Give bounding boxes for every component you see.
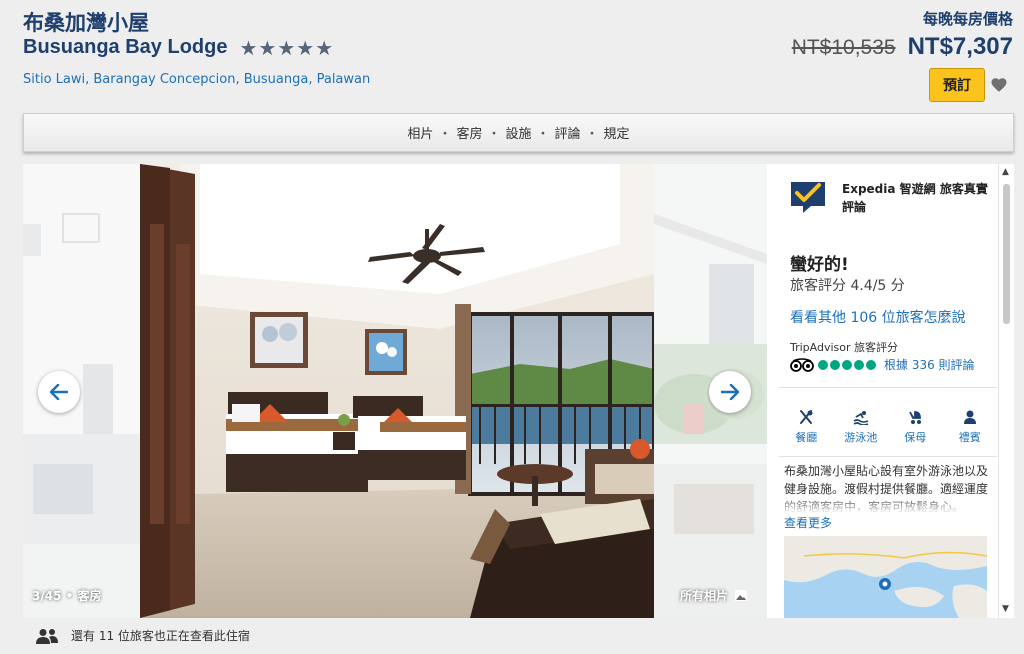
nav-separator: ・ bbox=[487, 127, 501, 142]
scroll-down-icon[interactable]: ▼ bbox=[1002, 604, 1009, 614]
tripadvisor-count[interactable]: 根據 336 則評論 bbox=[884, 356, 975, 373]
photo-icon bbox=[735, 590, 748, 601]
amenity-babysitting[interactable]: 保母 bbox=[890, 409, 940, 445]
nav-photos[interactable]: 相片 bbox=[407, 123, 433, 142]
rating-bubble-icon bbox=[854, 359, 864, 370]
amenities-row: 餐廳 游泳池 保母 禮賓 bbox=[779, 409, 997, 445]
reviews-link[interactable]: 看看其他 106 位旅客怎麼說 bbox=[790, 307, 966, 327]
tripadvisor-bubbles bbox=[818, 359, 876, 370]
rating-word: 蠻好的! bbox=[790, 255, 849, 275]
scroll-thumb[interactable] bbox=[1003, 184, 1010, 324]
all-photos-label: 所有相片 bbox=[680, 589, 729, 603]
divider bbox=[779, 387, 997, 388]
tripadvisor-rating: 根據 336 則評論 bbox=[790, 356, 975, 373]
nav-policies[interactable]: 規定 bbox=[604, 123, 630, 142]
star-icon: ★ bbox=[258, 35, 277, 60]
scroll-up-icon[interactable]: ▲ bbox=[1002, 167, 1009, 177]
concierge-icon bbox=[963, 410, 976, 424]
star-icon: ★ bbox=[296, 35, 315, 60]
amenity-label: 保母 bbox=[904, 431, 927, 444]
all-photos-link[interactable]: 所有相片 bbox=[680, 587, 748, 604]
description-fade bbox=[784, 496, 989, 514]
price-row: NT$10,535 NT$7,307 bbox=[792, 33, 1013, 61]
expedia-verified-icon bbox=[791, 182, 825, 213]
restaurant-icon bbox=[800, 410, 813, 424]
amenity-label: 餐廳 bbox=[795, 431, 818, 444]
star-rating: ★ ★ ★ ★ ★ bbox=[239, 38, 333, 58]
old-price: NT$10,535 bbox=[791, 36, 896, 59]
amenity-label: 游泳池 bbox=[844, 431, 878, 444]
section-nav: 相片 ・ 客房 ・ 設施 ・ 評論 ・ 規定 bbox=[23, 113, 1014, 152]
nav-separator: ・ bbox=[536, 127, 550, 142]
rating-bubble-icon bbox=[818, 359, 828, 370]
viewers-notice: 還有 11 位旅客也正在查看此住宿 bbox=[35, 627, 250, 644]
hotel-name-row: Busuanga Bay Lodge ★ ★ ★ ★ ★ bbox=[23, 36, 333, 59]
amenity-pool[interactable]: 游泳池 bbox=[836, 409, 886, 445]
nav-facilities[interactable]: 設施 bbox=[505, 123, 531, 142]
rating-score: 旅客評分 4.4/5 分 bbox=[790, 278, 905, 294]
star-icon: ★ bbox=[239, 35, 258, 60]
nav-separator: ・ bbox=[585, 127, 599, 142]
amenity-concierge[interactable]: 禮賓 bbox=[945, 409, 995, 445]
photo-gallery[interactable]: 3/45 • 客房 所有相片 bbox=[23, 164, 767, 618]
rating-bubble-icon bbox=[842, 359, 852, 370]
current-price: NT$7,307 bbox=[907, 33, 1013, 60]
heart-icon[interactable] bbox=[990, 76, 1008, 94]
previous-photo-button[interactable] bbox=[38, 371, 80, 413]
amenity-restaurant[interactable]: 餐廳 bbox=[781, 409, 831, 445]
star-icon: ★ bbox=[315, 35, 334, 60]
panel-scrollbar[interactable]: ▲ ▼ bbox=[998, 164, 1014, 618]
star-icon: ★ bbox=[277, 35, 296, 60]
price-label: 每晚每房價格 bbox=[922, 10, 1013, 28]
hotel-name-zh: 布桑加灣小屋 bbox=[23, 11, 149, 35]
photo-counter: 3/45 • 客房 bbox=[32, 589, 102, 603]
rating-bubble-icon bbox=[830, 359, 840, 370]
next-photo-button[interactable] bbox=[709, 371, 751, 413]
hotel-address[interactable]: Sitio Lawi, Barangay Concepcion, Busuang… bbox=[23, 72, 370, 87]
hotel-header: 布桑加灣小屋 Busuanga Bay Lodge ★ ★ ★ ★ ★ Siti… bbox=[0, 0, 1024, 108]
tripadvisor-owl-icon bbox=[790, 357, 814, 372]
nav-separator: ・ bbox=[438, 127, 452, 142]
divider bbox=[779, 456, 997, 457]
review-provider: Expedia 智遊網 旅客真實評論 bbox=[842, 182, 988, 214]
people-icon bbox=[36, 628, 58, 644]
see-more-link[interactable]: 查看更多 bbox=[784, 514, 832, 531]
location-map[interactable] bbox=[784, 536, 987, 618]
arrow-left-icon bbox=[50, 384, 68, 400]
rating-bubble-icon bbox=[866, 359, 876, 370]
hotel-name-en: Busuanga Bay Lodge bbox=[23, 36, 228, 58]
nav-reviews[interactable]: 評論 bbox=[555, 123, 581, 142]
room-photo bbox=[140, 164, 654, 618]
tripadvisor-label: TripAdvisor 旅客評分 bbox=[790, 341, 899, 354]
stroller-icon bbox=[909, 411, 922, 424]
book-button[interactable]: 預訂 bbox=[929, 68, 985, 102]
nav-rooms[interactable]: 客房 bbox=[456, 123, 482, 142]
amenity-label: 禮賓 bbox=[958, 431, 981, 444]
review-panel: Expedia 智遊網 旅客真實評論 蠻好的! 旅客評分 4.4/5 分 看看其… bbox=[767, 164, 998, 618]
arrow-right-icon bbox=[721, 384, 739, 400]
pool-icon bbox=[853, 411, 869, 425]
viewers-text: 還有 11 位旅客也正在查看此住宿 bbox=[71, 629, 250, 643]
